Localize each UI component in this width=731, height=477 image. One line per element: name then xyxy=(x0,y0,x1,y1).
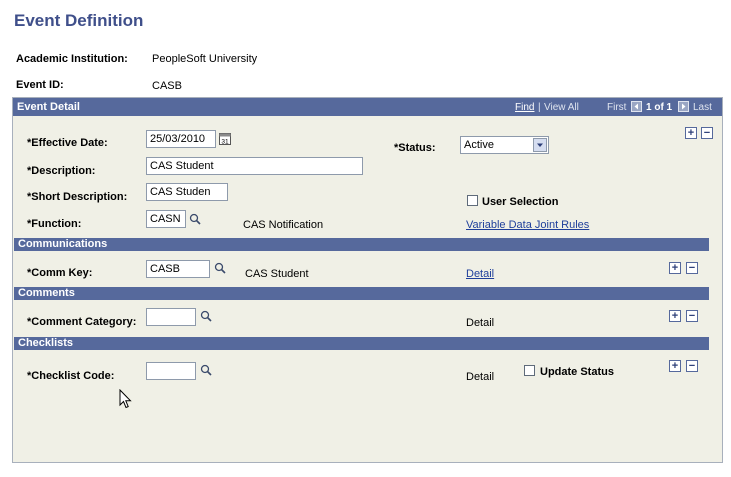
institution-value: PeopleSoft University xyxy=(152,53,258,65)
comm-add-row-icon[interactable]: + xyxy=(669,262,681,274)
comments-header: Comments xyxy=(14,287,709,300)
prev-arrow-icon[interactable] xyxy=(631,101,642,115)
variable-data-joint-rules-link[interactable]: Variable Data Joint Rules xyxy=(466,219,589,231)
find-link[interactable]: Find xyxy=(515,102,534,113)
last-link[interactable]: Last xyxy=(693,102,712,113)
comment-category-lookup-icon[interactable] xyxy=(200,310,212,322)
description-input[interactable]: CAS Student xyxy=(146,157,363,175)
svg-text:31: 31 xyxy=(221,139,229,146)
event-detail-title: Event Detail xyxy=(17,101,80,113)
event-id-label: Event ID: xyxy=(16,79,64,91)
nav-separator: | xyxy=(538,102,541,113)
function-input[interactable]: CASN xyxy=(146,210,186,228)
checklists-delete-row-icon[interactable]: − xyxy=(686,360,698,372)
comm-key-description: CAS Student xyxy=(245,268,309,280)
row-range: 1 of 1 xyxy=(646,102,673,113)
checklists-header: Checklists xyxy=(14,337,709,350)
mouse-cursor-icon xyxy=(119,388,133,412)
institution-label: Academic Institution: xyxy=(16,53,128,65)
comments-delete-row-icon[interactable]: − xyxy=(686,310,698,322)
comm-delete-row-icon[interactable]: − xyxy=(686,262,698,274)
comm-detail-link[interactable]: Detail xyxy=(466,268,494,280)
comment-category-input[interactable] xyxy=(146,308,196,326)
view-all-link[interactable]: View All xyxy=(544,102,579,113)
comments-detail-label: Detail xyxy=(466,317,495,329)
first-link[interactable]: First xyxy=(607,102,626,113)
function-lookup-icon[interactable] xyxy=(189,213,201,225)
function-description: CAS Notification xyxy=(243,219,324,231)
event-id-value: CASB xyxy=(152,80,182,92)
checklist-code-input[interactable] xyxy=(146,362,196,380)
effective-date-input[interactable]: 25/03/2010 xyxy=(146,130,216,148)
function-label: *Function: xyxy=(27,218,82,230)
checklist-code-label: *Checklist Code: xyxy=(27,370,115,382)
short-description-input[interactable]: CAS Studen xyxy=(146,183,228,201)
status-label: *Status: xyxy=(394,142,436,154)
comments-add-row-icon[interactable]: + xyxy=(669,310,681,322)
delete-row-icon[interactable]: − xyxy=(701,127,713,139)
checklists-add-row-icon[interactable]: + xyxy=(669,360,681,372)
add-row-icon[interactable]: + xyxy=(685,127,697,139)
update-status-label: Update Status xyxy=(540,366,614,378)
status-select[interactable]: Active xyxy=(460,136,549,154)
checklist-code-lookup-icon[interactable] xyxy=(200,364,212,376)
comm-key-label: *Comm Key: xyxy=(27,267,93,279)
effective-date-label: *Effective Date: xyxy=(27,137,108,149)
chevron-down-icon[interactable] xyxy=(533,138,547,152)
short-description-label: *Short Description: xyxy=(27,191,128,203)
checklists-detail-label: Detail xyxy=(466,371,495,383)
description-label: *Description: xyxy=(27,165,96,177)
status-value: Active xyxy=(464,139,494,151)
next-arrow-icon[interactable] xyxy=(678,101,689,115)
comm-key-input[interactable]: CASB xyxy=(146,260,210,278)
comm-key-lookup-icon[interactable] xyxy=(214,262,226,274)
user-selection-label: User Selection xyxy=(482,196,559,208)
communications-header: Communications xyxy=(14,238,709,251)
calendar-icon[interactable]: 31 xyxy=(219,133,231,146)
event-detail-header: Event Detail Find | View All First 1 of … xyxy=(13,98,722,116)
update-status-checkbox[interactable] xyxy=(524,365,535,376)
page-title: Event Definition xyxy=(14,11,144,30)
user-selection-checkbox[interactable] xyxy=(467,195,478,206)
comment-category-label: *Comment Category: xyxy=(27,316,137,328)
